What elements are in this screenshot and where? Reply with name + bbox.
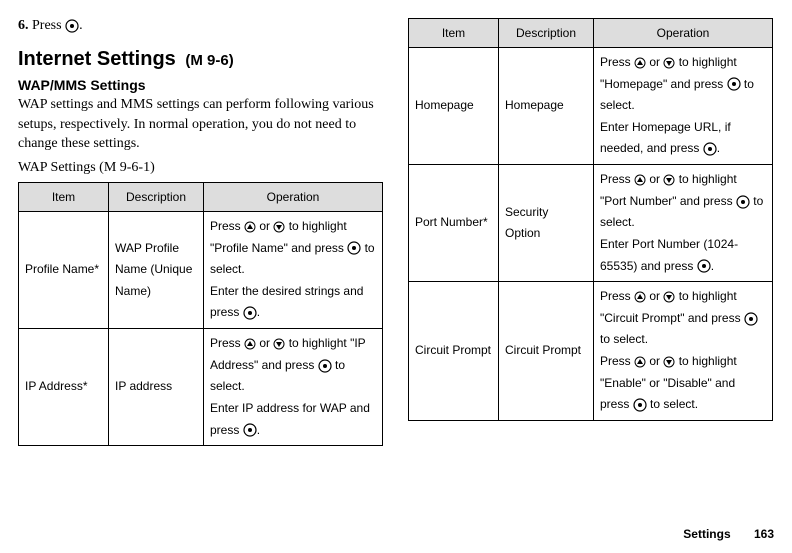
table-caption: WAP Settings (M 9-6-1) [18,160,383,176]
left-column: 6. Press . Internet Settings (M 9-6) WAP… [18,18,383,446]
down-key-icon [273,216,285,238]
op-text: Enter IP address for WAP and press [210,401,370,437]
ok-key-icon [736,191,750,213]
settings-table-left: Item Description Operation Profile Name*… [18,182,383,446]
ok-key-icon [243,420,257,442]
th-operation: Operation [204,183,383,212]
op-text: or [256,219,273,233]
section-heading: Internet Settings (M 9-6) [18,48,383,71]
th-description: Description [109,183,204,212]
right-column: Item Description Operation Homepage Home… [408,18,773,421]
op-text: Press [600,354,634,368]
subsection-heading: WAP/MMS Settings [18,77,383,93]
down-key-icon [663,169,675,191]
step-line: 6. Press . [18,18,383,34]
footer-page-number: 163 [754,527,774,541]
th-description: Description [499,19,594,48]
ok-key-icon [347,238,361,260]
page: 6. Press . Internet Settings (M 9-6) WAP… [0,0,792,553]
op-text: Enter Port Number (1024-65535) and press [600,237,738,273]
ok-key-icon [633,394,647,416]
table-row: Profile Name* WAP Profile Name (Unique N… [19,212,383,329]
op-text: to select. [600,332,648,346]
cell-item: Circuit Prompt [409,282,499,421]
table-row: Port Number* Security Option Press or to… [409,165,773,282]
cell-operation: Press or to highlight "IP Address" and p… [204,329,383,446]
ok-key-icon [727,74,741,96]
ok-key-icon [65,18,79,34]
op-text: . [711,259,714,273]
settings-table-right: Item Description Operation Homepage Home… [408,18,773,421]
cell-item: Port Number* [409,165,499,282]
op-text: . [257,305,260,319]
cell-item: Homepage [409,48,499,165]
table-header-row: Item Description Operation [409,19,773,48]
ok-key-icon [703,138,717,160]
op-text: or [646,289,663,303]
heading-title: Internet Settings [18,48,176,70]
ok-key-icon [744,308,758,330]
cell-description: Circuit Prompt [499,282,594,421]
cell-description: Homepage [499,48,594,165]
op-text: Press [210,219,244,233]
op-text: Enter the desired strings and press [210,284,363,320]
cell-description: WAP Profile Name (Unique Name) [109,212,204,329]
op-text: to select. [647,397,698,411]
op-text: Press [600,172,634,186]
cell-description: Security Option [499,165,594,282]
table-header-row: Item Description Operation [19,183,383,212]
step-text-before: Press [32,18,65,33]
cell-operation: Press or to highlight "Circuit Prompt" a… [594,282,773,421]
ok-key-icon [318,355,332,377]
up-key-icon [634,52,646,74]
table-row: Circuit Prompt Circuit Prompt Press or t… [409,282,773,421]
cell-item: Profile Name* [19,212,109,329]
down-key-icon [663,52,675,74]
op-text: . [257,423,260,437]
op-text: or [646,354,663,368]
op-text: or [646,172,663,186]
ok-key-icon [243,302,257,324]
op-text: Press [210,336,244,350]
footer-section: Settings [683,527,730,541]
op-text: or [256,336,273,350]
up-key-icon [634,286,646,308]
up-key-icon [244,333,256,355]
th-item: Item [409,19,499,48]
up-key-icon [634,351,646,373]
cell-item: IP Address* [19,329,109,446]
cell-description: IP address [109,329,204,446]
step-text-after: . [79,18,83,33]
page-footer: Settings 163 [683,527,774,541]
th-operation: Operation [594,19,773,48]
step-number: 6. [18,18,29,33]
down-key-icon [273,333,285,355]
down-key-icon [663,286,675,308]
down-key-icon [663,351,675,373]
table-row: IP Address* IP address Press or to highl… [19,329,383,446]
cell-operation: Press or to highlight "Profile Name" and… [204,212,383,329]
heading-code: (M 9-6) [185,52,233,69]
op-text: or [646,55,663,69]
op-text: Press [600,55,634,69]
ok-key-icon [697,256,711,278]
up-key-icon [244,216,256,238]
up-key-icon [634,169,646,191]
op-text: Press [600,289,634,303]
cell-operation: Press or to highlight "Homepage" and pre… [594,48,773,165]
th-item: Item [19,183,109,212]
cell-operation: Press or to highlight "Port Number" and … [594,165,773,282]
table-row: Homepage Homepage Press or to highlight … [409,48,773,165]
op-text: . [717,141,720,155]
intro-text: WAP settings and MMS settings can perfor… [18,95,383,154]
